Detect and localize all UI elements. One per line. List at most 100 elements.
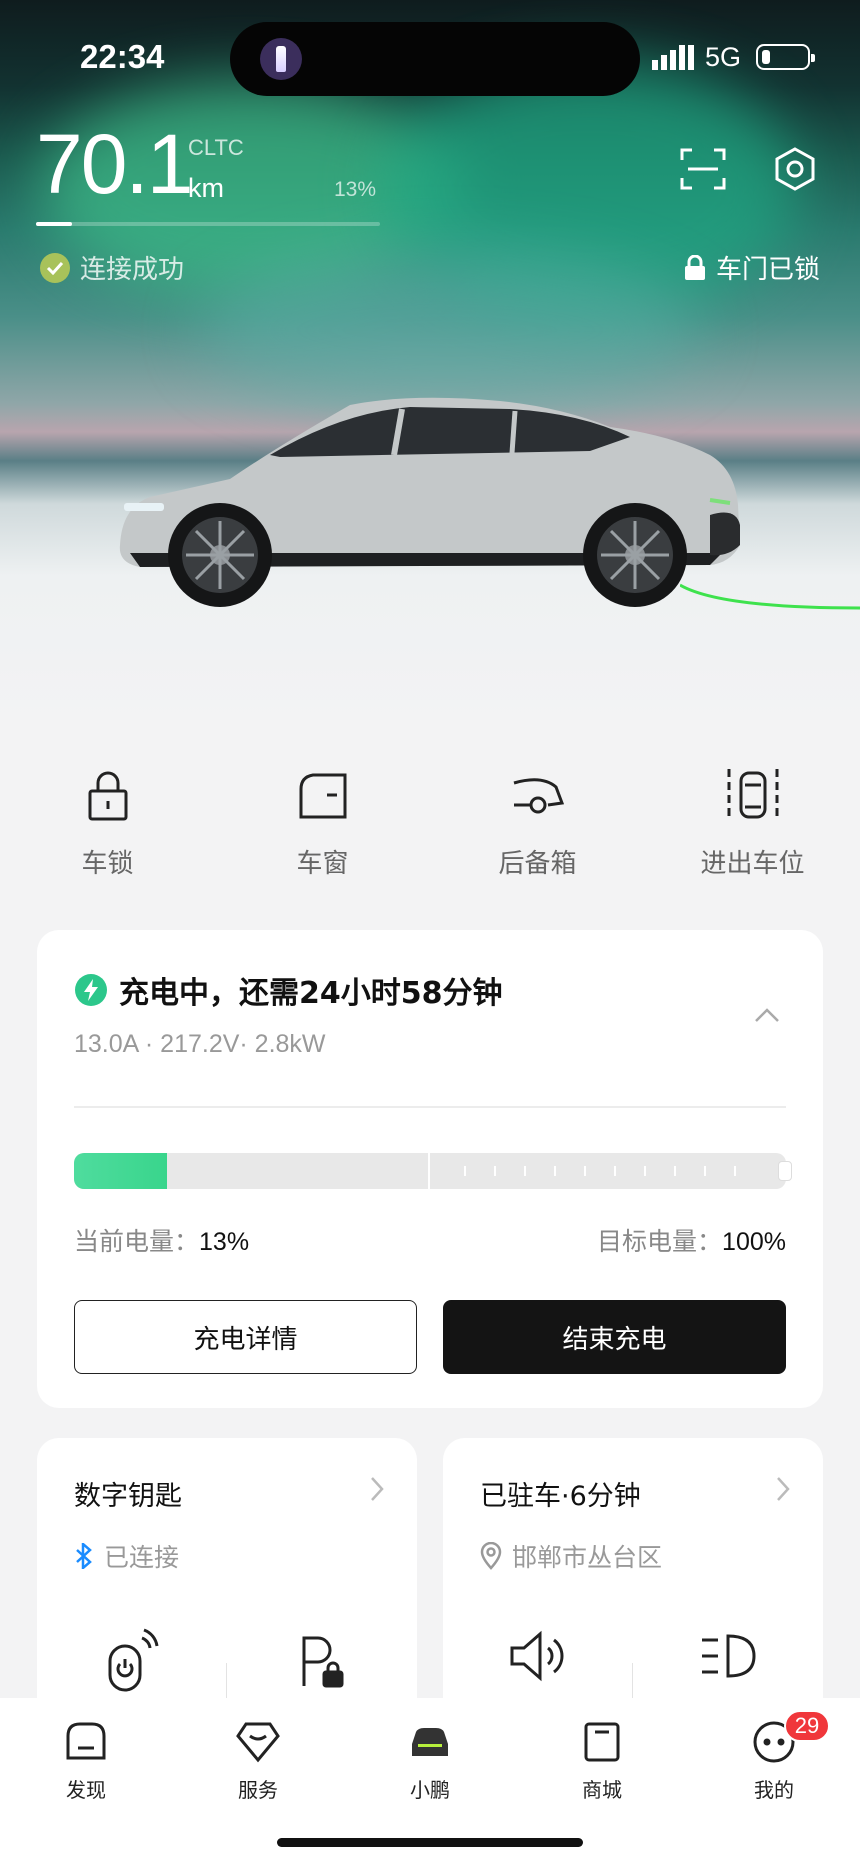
charging-details-button[interactable]: 充电详情 <box>74 1300 417 1374</box>
connection-status: 连接成功 <box>40 249 184 286</box>
hero-section: 22:34 5G 70.1 CLTC km 13% 连接成功 车门已锁 <box>0 0 860 720</box>
parking-location: 邯郸市丛台区 <box>480 1538 662 1574</box>
tab-discover[interactable]: 发现 <box>0 1718 172 1803</box>
quick-action-trunk[interactable]: 后备箱 <box>430 765 645 895</box>
digital-key-card[interactable]: 数字钥匙 已连接 <box>37 1438 417 1738</box>
divider <box>226 1663 227 1703</box>
parking-lock-icon <box>302 1636 344 1688</box>
horn-button[interactable] <box>443 1628 633 1708</box>
quick-action-parking[interactable]: 进出车位 <box>645 765 860 895</box>
scale-tick <box>704 1166 706 1176</box>
status-bar: 22:34 5G <box>0 0 860 110</box>
tab-label: 我的 <box>754 1778 794 1802</box>
charge-limit-marker <box>428 1153 430 1189</box>
scale-tick <box>644 1166 646 1176</box>
settings-icon[interactable] <box>772 146 818 192</box>
target-level-value: 100% <box>722 1228 786 1256</box>
current-level-label: 当前电量： <box>74 1227 200 1256</box>
tab-label: 发现 <box>66 1778 106 1802</box>
door-status: 车门已锁 <box>684 249 820 286</box>
range-value: 70.1 <box>36 117 193 211</box>
scale-tick <box>584 1166 586 1176</box>
scale-tick <box>674 1166 676 1176</box>
scale-tick <box>494 1166 496 1176</box>
tab-shop[interactable]: 商城 <box>516 1718 688 1803</box>
flashlight-icon[interactable] <box>260 38 302 80</box>
charging-stats: 13.0A · 217.2V· 2.8kW <box>74 1030 326 1058</box>
current-level: 当前电量：13% <box>74 1222 249 1258</box>
target-level-handle[interactable] <box>778 1161 792 1181</box>
tab-label: 服务 <box>238 1778 278 1802</box>
battery-level-fill <box>36 222 72 226</box>
target-level-label: 目标电量： <box>597 1227 723 1256</box>
quick-action-label: 后备箱 <box>498 849 577 879</box>
discover-icon <box>66 1722 106 1760</box>
tab-label: 商城 <box>582 1778 622 1802</box>
scan-icon[interactable] <box>680 148 726 190</box>
status-time: 22:34 <box>80 38 165 75</box>
scale-tick <box>734 1166 736 1176</box>
battery-percent: 13% <box>334 178 377 201</box>
headlight-icon <box>702 1634 756 1678</box>
digital-key-status: 已连接 <box>74 1538 179 1574</box>
horn-icon <box>510 1630 564 1682</box>
divider <box>632 1663 633 1703</box>
scale-tick <box>524 1166 526 1176</box>
scale-tick <box>464 1166 466 1176</box>
chevron-up-icon[interactable] <box>753 1005 781 1025</box>
battery-level-bar <box>36 222 380 226</box>
parking-location-text: 邯郸市丛台区 <box>512 1543 663 1572</box>
connection-status-text: 连接成功 <box>80 255 185 285</box>
target-level: 目标电量：100% <box>597 1222 786 1258</box>
lock-icon <box>88 771 127 821</box>
digital-key-actions <box>37 1628 417 1708</box>
digital-key-status-text: 已连接 <box>104 1543 180 1572</box>
signal-icon <box>652 45 694 70</box>
service-icon <box>236 1722 280 1763</box>
network-label: 5G <box>705 42 742 72</box>
tab-xpeng[interactable]: 小鹏 <box>344 1718 516 1803</box>
charging-title-row: 充电中，还需24小时58分钟 <box>75 968 503 1012</box>
trunk-icon <box>513 778 564 814</box>
home-indicator[interactable] <box>277 1838 583 1847</box>
location-pin-icon <box>480 1542 502 1570</box>
shop-icon <box>584 1722 620 1762</box>
digital-key-title: 数字钥匙 <box>74 1481 182 1512</box>
scale-tick <box>614 1166 616 1176</box>
charge-level-bar[interactable] <box>74 1153 792 1189</box>
headlight-button[interactable] <box>633 1628 823 1708</box>
parking-move-icon <box>727 769 778 821</box>
chevron-right-icon <box>777 1477 790 1501</box>
chevron-right-icon <box>371 1477 384 1501</box>
door-status-text: 车门已锁 <box>715 255 820 285</box>
charge-level-fill <box>74 1153 167 1189</box>
parking-title: 已驻车·6分钟 <box>480 1481 641 1512</box>
scale-tick <box>554 1166 556 1176</box>
notification-badge: 29 <box>784 1710 830 1742</box>
stop-charging-button[interactable]: 结束充电 <box>443 1300 786 1374</box>
parking-actions <box>443 1628 823 1708</box>
quick-action-label: 进出车位 <box>700 849 805 879</box>
quick-action-label: 车锁 <box>81 849 134 879</box>
check-icon <box>40 252 70 283</box>
charging-title: 充电中，还需24小时58分钟 <box>119 976 503 1011</box>
quick-action-label: 车窗 <box>296 849 349 879</box>
remote-start-button[interactable] <box>37 1628 227 1708</box>
tab-label: 小鹏 <box>410 1778 450 1802</box>
lock-small-icon <box>684 254 705 280</box>
bluetooth-icon <box>76 1543 92 1569</box>
dynamic-island <box>230 22 640 96</box>
charging-bolt-icon <box>75 974 107 1006</box>
car-icon <box>412 1728 448 1756</box>
divider <box>74 1106 786 1108</box>
parking-card[interactable]: 已驻车·6分钟 邯郸市丛台区 <box>443 1438 823 1738</box>
battery-icon <box>756 44 815 70</box>
quick-action-window[interactable]: 车窗 <box>215 765 430 895</box>
quick-action-lock[interactable]: 车锁 <box>0 765 215 895</box>
tab-profile[interactable]: 我的 29 <box>688 1710 860 1803</box>
window-icon <box>299 773 346 819</box>
current-level-value: 13% <box>199 1228 250 1256</box>
parking-lock-button[interactable] <box>227 1628 417 1708</box>
tab-service[interactable]: 服务 <box>172 1718 344 1803</box>
aurora-glow <box>200 250 700 410</box>
